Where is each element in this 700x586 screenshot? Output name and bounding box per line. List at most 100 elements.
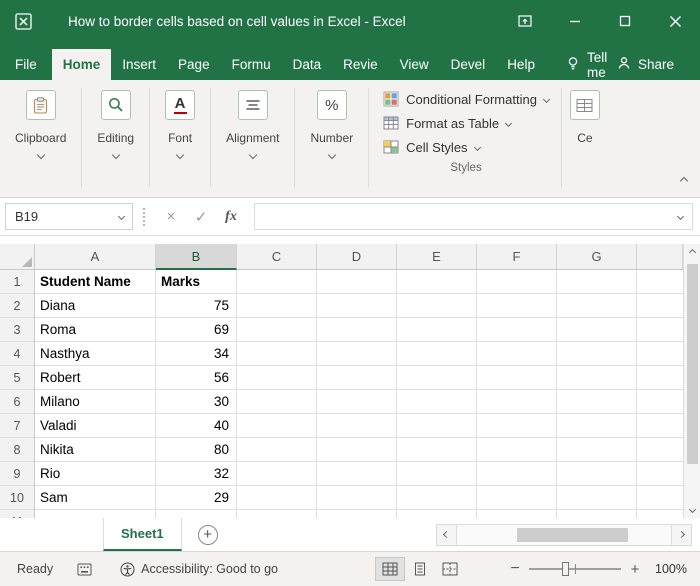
cell-F4[interactable] — [477, 342, 557, 366]
cell-F9[interactable] — [477, 462, 557, 486]
close-button[interactable] — [650, 0, 700, 42]
cell-B5[interactable]: 56 — [156, 366, 237, 390]
align-icon[interactable] — [237, 90, 268, 120]
collapse-ribbon-button[interactable] — [679, 171, 689, 189]
column-header-E[interactable]: E — [397, 244, 477, 270]
enter-entry-button[interactable]: ✓ — [186, 208, 216, 226]
chevron-down-icon[interactable] — [111, 150, 120, 160]
tab-page[interactable]: Page — [167, 49, 221, 80]
horizontal-scrollbar[interactable] — [436, 523, 692, 546]
formula-input[interactable] — [254, 203, 693, 230]
maximize-button[interactable] — [600, 0, 650, 42]
horizontal-scroll-thumb[interactable] — [516, 527, 629, 542]
name-box[interactable]: B19 — [5, 203, 133, 230]
scroll-left-arrow[interactable] — [436, 523, 457, 546]
cell-G4[interactable] — [557, 342, 637, 366]
insert-function-button[interactable]: fx — [216, 209, 246, 225]
cell-D10[interactable] — [317, 486, 397, 510]
cell-A9[interactable]: Rio — [35, 462, 156, 486]
cell-F10[interactable] — [477, 486, 557, 510]
cell-A5[interactable]: Robert — [35, 366, 156, 390]
find-icon[interactable] — [100, 90, 131, 120]
cell-E3[interactable] — [397, 318, 477, 342]
cell-C4[interactable] — [237, 342, 317, 366]
chevron-down-icon[interactable] — [248, 150, 258, 160]
cell-A3[interactable]: Roma — [35, 318, 156, 342]
chevron-down-icon[interactable] — [117, 212, 126, 221]
cell-B9[interactable]: 32 — [156, 462, 237, 486]
styles-item-format-as-table[interactable]: Format as Table — [381, 111, 551, 135]
cell-F5[interactable] — [477, 366, 557, 390]
cell-C11[interactable] — [237, 510, 317, 518]
row-header-11[interactable]: 11 — [0, 510, 35, 518]
cell-B8[interactable]: 80 — [156, 438, 237, 462]
cell-F8[interactable] — [477, 438, 557, 462]
tab-devel[interactable]: Devel — [440, 49, 497, 80]
cell-E1[interactable] — [397, 270, 477, 294]
ribbon-group-editing[interactable]: Editing — [82, 80, 149, 197]
percent-icon[interactable]: % — [316, 90, 347, 120]
vertical-scrollbar[interactable] — [683, 244, 700, 518]
cell-C2[interactable] — [237, 294, 317, 318]
cell-C6[interactable] — [237, 390, 317, 414]
tab-revie[interactable]: Revie — [332, 49, 389, 80]
cell-E8[interactable] — [397, 438, 477, 462]
cell-D1[interactable] — [317, 270, 397, 294]
styles-item-cell-styles[interactable]: Cell Styles — [381, 135, 551, 159]
clipboard-icon[interactable] — [25, 90, 56, 120]
cell-E2[interactable] — [397, 294, 477, 318]
cell-G11[interactable] — [557, 510, 637, 518]
cell-B3[interactable]: 69 — [156, 318, 237, 342]
cell-A7[interactable]: Valadi — [35, 414, 156, 438]
cell-D11[interactable] — [317, 510, 397, 518]
column-header-A[interactable]: A — [35, 244, 156, 270]
cell-C1[interactable] — [237, 270, 317, 294]
cell-G9[interactable] — [557, 462, 637, 486]
expand-formula-bar-icon[interactable] — [676, 212, 685, 221]
cells-icon[interactable] — [569, 90, 600, 120]
row-header-10[interactable]: 10 — [0, 486, 35, 510]
row-header-7[interactable]: 7 — [0, 414, 35, 438]
cell-E6[interactable] — [397, 390, 477, 414]
cell-G7[interactable] — [557, 414, 637, 438]
row-header-1[interactable]: 1 — [0, 270, 35, 294]
select-all-corner[interactable] — [0, 244, 35, 270]
cell-D9[interactable] — [317, 462, 397, 486]
minimize-button[interactable] — [550, 0, 600, 42]
row-header-2[interactable]: 2 — [0, 294, 35, 318]
column-header-F[interactable]: F — [477, 244, 557, 270]
cell-E11[interactable] — [397, 510, 477, 518]
cell-C9[interactable] — [237, 462, 317, 486]
cell-B1[interactable]: Marks — [156, 270, 237, 294]
scroll-down-arrow[interactable] — [684, 501, 700, 518]
zoom-thumb[interactable] — [562, 562, 570, 576]
cell-A10[interactable]: Sam — [35, 486, 156, 510]
tab-formu[interactable]: Formu — [221, 49, 282, 80]
vertical-scroll-thumb[interactable] — [686, 264, 698, 464]
page-layout-view-button[interactable] — [405, 557, 435, 581]
cell-F3[interactable] — [477, 318, 557, 342]
tab-file[interactable]: File — [0, 49, 52, 80]
column-header-G[interactable]: G — [557, 244, 637, 270]
horizontal-scroll-track[interactable] — [457, 523, 671, 546]
cell-F11[interactable] — [477, 510, 557, 518]
cell-F1[interactable] — [477, 270, 557, 294]
cell-C5[interactable] — [237, 366, 317, 390]
cell-A11[interactable] — [35, 510, 156, 518]
ribbon-group-clipboard[interactable]: Clipboard — [0, 80, 81, 197]
cell-D8[interactable] — [317, 438, 397, 462]
cancel-entry-button[interactable]: × — [156, 208, 186, 225]
cell-E7[interactable] — [397, 414, 477, 438]
cell-D4[interactable] — [317, 342, 397, 366]
cell-E10[interactable] — [397, 486, 477, 510]
row-header-8[interactable]: 8 — [0, 438, 35, 462]
formula-bar-splitter[interactable] — [143, 207, 147, 226]
vertical-scroll-track[interactable] — [684, 261, 700, 501]
macro-record-icon[interactable] — [77, 563, 92, 576]
cell-G10[interactable] — [557, 486, 637, 510]
cell-E4[interactable] — [397, 342, 477, 366]
cell-A2[interactable]: Diana — [35, 294, 156, 318]
column-header-D[interactable]: D — [317, 244, 397, 270]
chevron-down-icon[interactable] — [175, 150, 185, 160]
cell-E5[interactable] — [397, 366, 477, 390]
